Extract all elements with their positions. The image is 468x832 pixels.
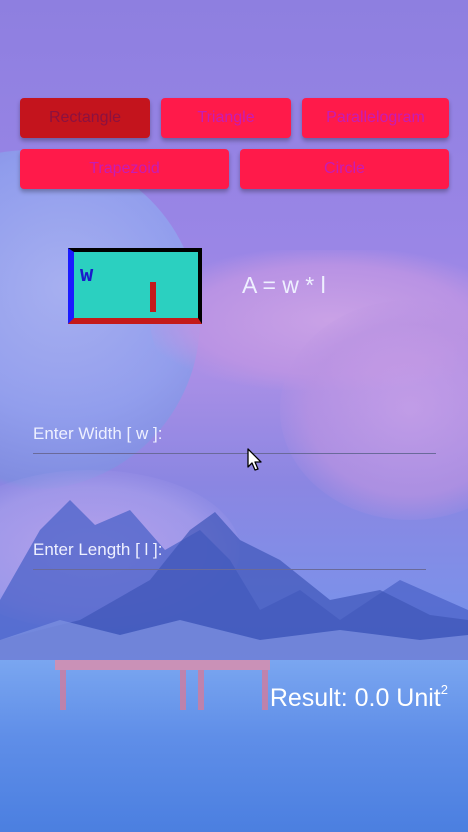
result-text: Result: 0.0 Unit2 (270, 682, 448, 713)
dock-decoration (60, 670, 66, 710)
parallelogram-button[interactable]: Parallelogram (302, 98, 449, 138)
dock-decoration (55, 660, 270, 670)
triangle-button[interactable]: Triangle (161, 98, 291, 138)
dock-decoration (180, 670, 186, 710)
length-marker (150, 282, 156, 312)
unit-exponent: 2 (440, 682, 448, 697)
rectangle-diagram: w (68, 248, 202, 324)
width-symbol: w (80, 262, 93, 287)
area-formula: A = w * l (242, 272, 326, 298)
circle-button[interactable]: Circle (240, 149, 449, 189)
mouse-pointer-icon (247, 448, 262, 471)
length-label: Enter Length [ l ]: (33, 540, 163, 559)
dock-decoration (262, 670, 268, 710)
mountains-decoration (0, 500, 468, 690)
width-input[interactable] (33, 453, 436, 454)
width-label: Enter Width [ w ]: (33, 424, 163, 443)
trapezoid-button[interactable]: Trapezoid (20, 149, 229, 189)
length-input[interactable] (33, 569, 426, 570)
rectangle-button[interactable]: Rectangle (20, 98, 150, 138)
result-value: Result: 0.0 Unit (269, 684, 441, 712)
dock-decoration (198, 670, 204, 710)
cloud-decoration (280, 300, 468, 520)
